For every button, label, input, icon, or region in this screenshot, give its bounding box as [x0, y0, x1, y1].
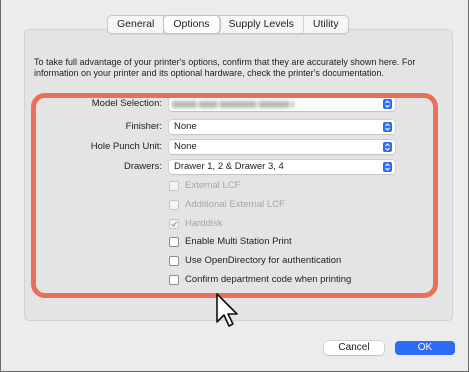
- model-selection-label: Model Selection:: [91, 98, 162, 109]
- options-description: To take full advantage of your printer's…: [34, 57, 416, 78]
- checkbox-label: External LCF: [185, 180, 241, 191]
- checkbox-box[interactable]: [169, 219, 179, 229]
- hole-punch-popup[interactable]: None: [169, 140, 395, 154]
- tab-general[interactable]: General: [108, 16, 165, 33]
- model-selection-popup[interactable]: ▆▆▆▆ ▆▆▆ ▆▆▆▆▆▆ ▆▆▆▆▆ ▆▆▆▆▆▆▆: [169, 97, 395, 111]
- checkbox-label: Confirm department code when printing: [185, 274, 352, 285]
- drawers-value: Drawer 1, 2 & Drawer 3, 4: [174, 161, 284, 172]
- checkbox-box[interactable]: [169, 181, 179, 191]
- chevron-up-down-icon: [383, 122, 392, 132]
- tab-bar: General Options Supply Levels Utility: [107, 15, 349, 34]
- checkbox-confirm-department-code[interactable]: Confirm department code when printing: [169, 274, 351, 286]
- checkbox-label: Additional External LCF: [185, 199, 285, 210]
- drawers-label: Drawers:: [123, 161, 162, 172]
- redacted-model-name: ▆▆▆▆ ▆▆▆ ▆▆▆▆▆▆ ▆▆▆▆▆ ▆▆▆▆▆▆▆: [172, 100, 294, 108]
- chevron-up-down-icon: [383, 142, 392, 152]
- finisher-label: Finisher:: [125, 121, 162, 132]
- mouse-pointer-icon: [216, 293, 238, 327]
- checkbox-harddisk[interactable]: Harddisk: [169, 218, 223, 230]
- checkbox-external-lcf[interactable]: External LCF: [169, 180, 240, 192]
- checkbox-label: Harddisk: [185, 218, 223, 229]
- checkbox-box[interactable]: [169, 200, 179, 210]
- finisher-popup[interactable]: None: [169, 120, 395, 134]
- chevron-up-down-icon: [383, 162, 392, 172]
- checkbox-box[interactable]: [169, 256, 179, 266]
- drawers-popup[interactable]: Drawer 1, 2 & Drawer 3, 4: [169, 160, 395, 174]
- checkmark-icon: [171, 221, 178, 227]
- ok-button[interactable]: OK: [395, 341, 455, 355]
- tab-supply-levels[interactable]: Supply Levels: [220, 16, 304, 33]
- cancel-button[interactable]: Cancel: [324, 341, 384, 355]
- chevron-up-down-icon: [383, 99, 392, 109]
- checkbox-label: Use OpenDirectory for authentication: [185, 255, 342, 266]
- checkbox-box[interactable]: [169, 237, 179, 247]
- checkbox-additional-external-lcf[interactable]: Additional External LCF: [169, 199, 285, 211]
- checkbox-opendirectory-auth[interactable]: Use OpenDirectory for authentication: [169, 255, 341, 267]
- checkbox-box[interactable]: [169, 275, 179, 285]
- finisher-value: None: [174, 121, 197, 132]
- tab-utility[interactable]: Utility: [304, 16, 348, 33]
- checkbox-multi-station-print[interactable]: Enable Multi Station Print: [169, 236, 292, 248]
- hole-punch-label: Hole Punch Unit:: [90, 141, 162, 152]
- checkbox-label: Enable Multi Station Print: [185, 236, 292, 247]
- hole-punch-value: None: [174, 141, 197, 152]
- tab-options[interactable]: Options: [164, 16, 220, 33]
